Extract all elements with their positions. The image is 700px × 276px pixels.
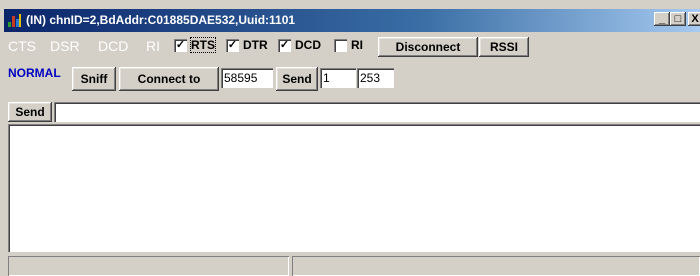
connect-to-button[interactable]: Connect to <box>119 67 219 91</box>
rssi-button[interactable]: RSSI <box>479 37 529 57</box>
window-title: (IN) chnID=2,BdAddr:C01885DAE532,Uuid:11… <box>26 13 296 27</box>
mode-label: NORMAL <box>8 66 61 80</box>
count-field[interactable]: 1 <box>320 68 356 88</box>
send-button[interactable]: Send <box>8 102 52 122</box>
serial-port-window: (IN) chnID=2,BdAddr:C01885DAE532,Uuid:11… <box>0 0 700 276</box>
ri-label: RI <box>351 38 363 52</box>
ri-lamp: RI <box>146 38 160 54</box>
ri-checkbox[interactable] <box>334 39 347 52</box>
size-field[interactable]: 253 <box>357 68 394 88</box>
minimize-button[interactable]: _ <box>654 12 670 26</box>
output-log[interactable] <box>8 124 700 252</box>
dtr-label: DTR <box>243 38 268 52</box>
dsr-lamp: DSR <box>50 38 80 54</box>
rts-checkbox[interactable]: ✓ <box>174 39 187 52</box>
disconnect-button[interactable]: Disconnect <box>378 37 478 57</box>
port-field[interactable]: 58595 <box>221 68 273 88</box>
status-pane-left <box>8 256 289 276</box>
send-count-button[interactable]: Send <box>276 67 318 91</box>
dcd-lamp: DCD <box>98 38 129 54</box>
status-pane-right <box>292 256 700 276</box>
dcd-label: DCD <box>295 38 321 52</box>
cts-lamp: CTS <box>8 38 36 54</box>
signal-bars-icon <box>7 13 22 28</box>
sniff-button[interactable]: Sniff <box>72 67 116 91</box>
title-bar[interactable]: (IN) chnID=2,BdAddr:C01885DAE532,Uuid:11… <box>4 9 700 32</box>
rts-label: RTS <box>190 37 216 53</box>
dcd-checkbox[interactable]: ✓ <box>278 39 291 52</box>
maximize-button[interactable]: □ <box>670 12 686 26</box>
dtr-checkbox[interactable]: ✓ <box>226 39 239 52</box>
send-text-input[interactable] <box>54 102 700 122</box>
close-button[interactable]: X <box>688 12 700 26</box>
